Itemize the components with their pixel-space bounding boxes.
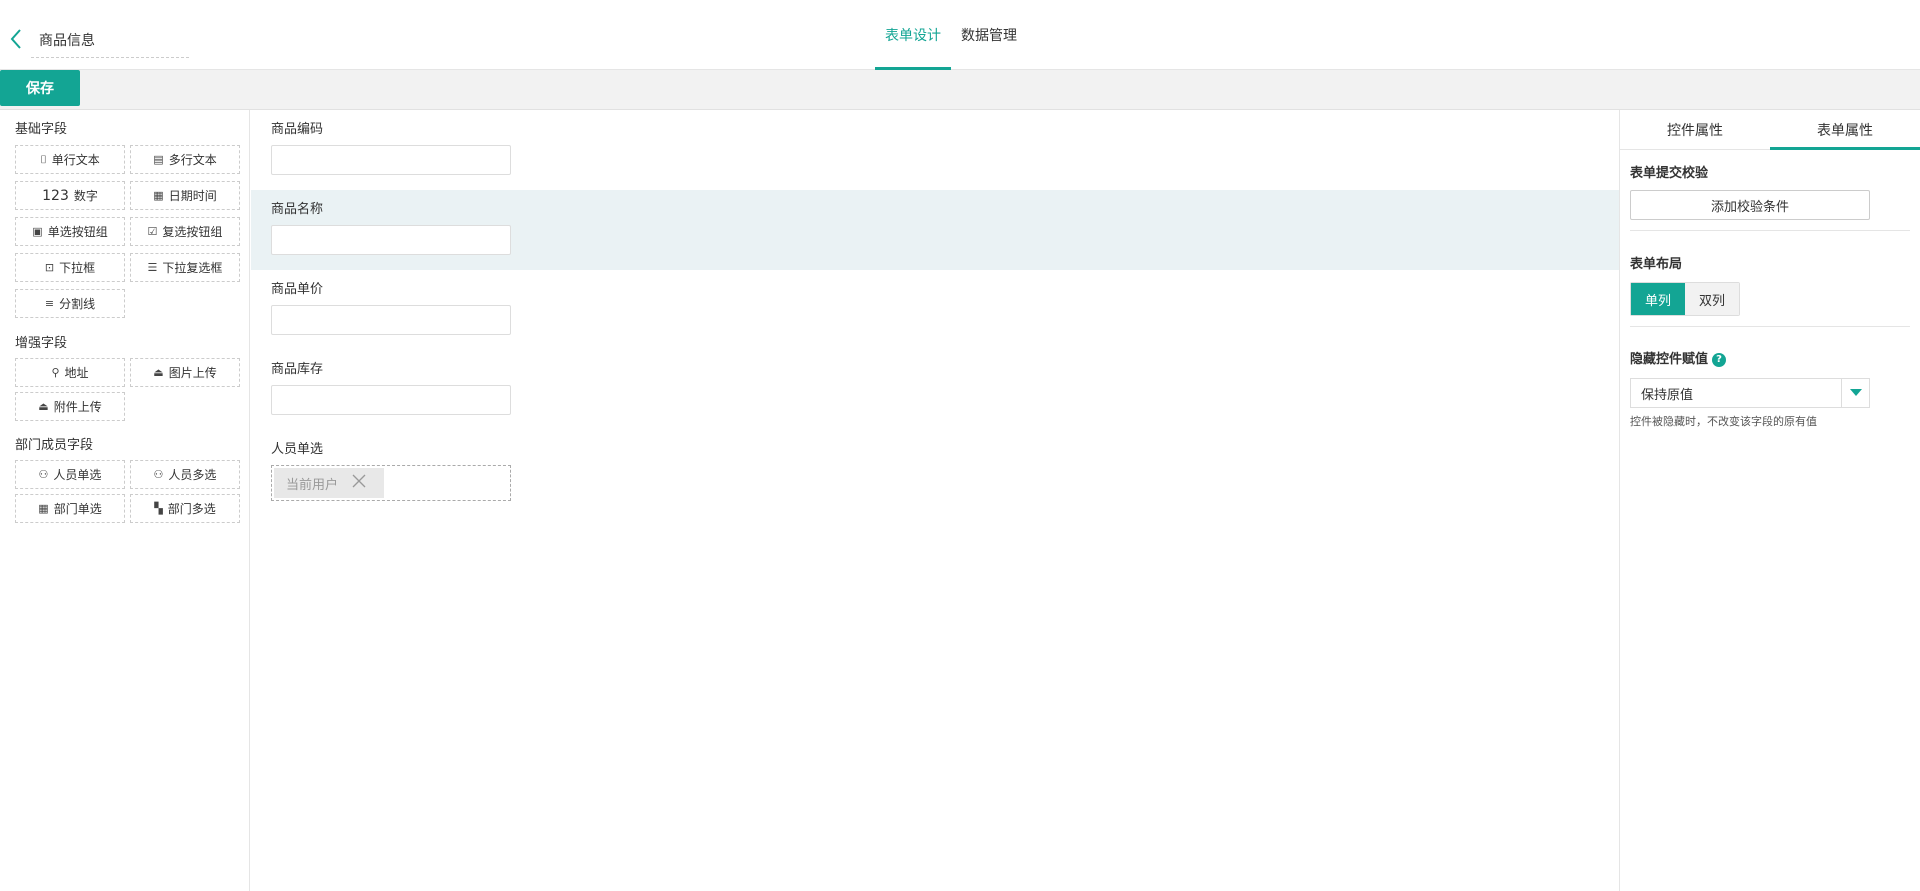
toolbar: 保存 xyxy=(0,70,1920,110)
add-condition-button[interactable]: 添加校验条件 xyxy=(1630,190,1870,220)
properties-tabs: 控件属性 表单属性 xyxy=(1620,110,1920,150)
layout-title: 表单布局 xyxy=(1630,257,1683,272)
group-title-basic: 基础字段 xyxy=(15,122,68,137)
user-select-preview[interactable]: 当前用户 xyxy=(271,465,511,501)
text-input-preview xyxy=(271,225,511,255)
field-attachment-upload[interactable]: ⏏ 附件上传 xyxy=(15,392,125,421)
field-palette: 基础字段 ⌷ 单行文本 ▤ 多行文本 123 数字 ▦ 日期时间 ▣ 单选按钮组 ☑ 复选按… xyxy=(0,110,250,891)
multi-text-icon: ▤ xyxy=(153,153,164,166)
field-divider[interactable]: ≡ 分割线 xyxy=(15,289,125,318)
layout-toggle: 单列 双列 xyxy=(1630,282,1740,316)
caret-down-icon[interactable] xyxy=(1841,379,1869,407)
layout-double-column-button[interactable]: 双列 xyxy=(1685,283,1739,315)
divider-icon: ≡ xyxy=(44,297,55,310)
hidden-assign-select[interactable]: 保持原值 xyxy=(1630,378,1870,408)
upload-icon: ⏏ xyxy=(153,366,164,379)
layout-single-column-button[interactable]: 单列 xyxy=(1631,283,1685,315)
save-button[interactable]: 保存 xyxy=(0,70,80,106)
field-single-line-text[interactable]: ⌷ 单行文本 xyxy=(15,145,125,174)
location-icon: ⚲ xyxy=(51,366,60,379)
properties-panel: 控件属性 表单属性 表单提交校验 添加校验条件 表单布局 单列 双列 隐藏控件赋… xyxy=(1619,110,1920,891)
field-label: 商品编码 xyxy=(271,122,324,137)
form-canvas: 商品编码 商品名称 商品单价 商品库存 人员单选 当前用户 xyxy=(251,110,1619,891)
tab-form-design[interactable]: 表单设计 xyxy=(875,0,951,70)
form-title-input[interactable]: 商品信息 xyxy=(31,27,189,58)
checkbox-group-icon: ☑ xyxy=(147,225,158,238)
group-title-department-member: 部门成员字段 xyxy=(15,438,94,453)
field-label: 商品名称 xyxy=(271,202,324,217)
field-label: 商品库存 xyxy=(271,362,324,377)
hidden-assign-title: 隐藏控件赋值? xyxy=(1630,348,1727,367)
form-row-product-code[interactable]: 商品编码 xyxy=(251,110,1619,190)
user-icon: ⚇ xyxy=(38,468,49,481)
submit-check-title: 表单提交校验 xyxy=(1630,166,1709,181)
field-image-upload[interactable]: ⏏ 图片上传 xyxy=(130,358,240,387)
tab-data-management[interactable]: 数据管理 xyxy=(951,0,1027,70)
radio-group-icon: ▣ xyxy=(32,225,43,238)
group-title-enhanced: 增强字段 xyxy=(15,336,68,351)
close-icon[interactable] xyxy=(352,474,366,492)
calendar-icon: ▦ xyxy=(153,189,164,202)
tab-form-properties[interactable]: 表单属性 xyxy=(1770,110,1920,150)
text-input-preview xyxy=(271,145,511,175)
form-row-product-stock[interactable]: 商品库存 xyxy=(251,350,1619,430)
department-icon: ▦ xyxy=(38,502,49,515)
field-multi-line-text[interactable]: ▤ 多行文本 xyxy=(130,145,240,174)
hidden-assign-value: 保持原值 xyxy=(1641,387,1694,403)
main-tabs: 表单设计 数据管理 xyxy=(875,0,1027,70)
field-user-single[interactable]: ⚇ 人员单选 xyxy=(15,460,125,489)
field-user-multi[interactable]: ⚇ 人员多选 xyxy=(130,460,240,489)
departments-icon: ▚ xyxy=(154,502,163,515)
upload-icon: ⏏ xyxy=(38,400,49,413)
form-row-user-single[interactable]: 人员单选 当前用户 xyxy=(251,430,1619,510)
divider xyxy=(1630,230,1910,231)
field-number[interactable]: 123 数字 xyxy=(15,181,125,210)
text-input-preview xyxy=(271,305,511,335)
top-header: 商品信息 表单设计 数据管理 xyxy=(0,0,1920,70)
form-row-product-price[interactable]: 商品单价 xyxy=(251,270,1619,350)
field-checkbox-group[interactable]: ☑ 复选按钮组 xyxy=(130,217,240,246)
hidden-assign-hint: 控件被隐藏时，不改变该字段的原有值 xyxy=(1630,415,1817,428)
number-icon: 123 xyxy=(42,187,69,204)
field-dropdown-multi[interactable]: ☰ 下拉复选框 xyxy=(130,253,240,282)
field-dropdown[interactable]: ⊡ 下拉框 xyxy=(15,253,125,282)
back-arrow-icon[interactable] xyxy=(6,26,26,52)
field-label: 人员单选 xyxy=(271,442,324,457)
user-chip: 当前用户 xyxy=(274,468,384,498)
help-icon[interactable]: ? xyxy=(1712,352,1727,367)
list-check-icon: ☰ xyxy=(147,261,158,274)
field-radio-group[interactable]: ▣ 单选按钮组 xyxy=(15,217,125,246)
field-address[interactable]: ⚲ 地址 xyxy=(15,358,125,387)
user-chip-label: 当前用户 xyxy=(286,477,339,493)
form-row-product-name[interactable]: 商品名称 xyxy=(251,190,1619,270)
text-input-preview xyxy=(271,385,511,415)
tab-control-properties[interactable]: 控件属性 xyxy=(1620,110,1770,150)
field-datetime[interactable]: ▦ 日期时间 xyxy=(130,181,240,210)
single-text-icon: ⌷ xyxy=(40,153,47,166)
users-icon: ⚇ xyxy=(153,468,164,481)
field-dept-multi[interactable]: ▚ 部门多选 xyxy=(130,494,240,523)
field-label: 商品单价 xyxy=(271,282,324,297)
field-dept-single[interactable]: ▦ 部门单选 xyxy=(15,494,125,523)
dropdown-icon: ⊡ xyxy=(44,261,55,274)
divider xyxy=(1630,326,1910,327)
